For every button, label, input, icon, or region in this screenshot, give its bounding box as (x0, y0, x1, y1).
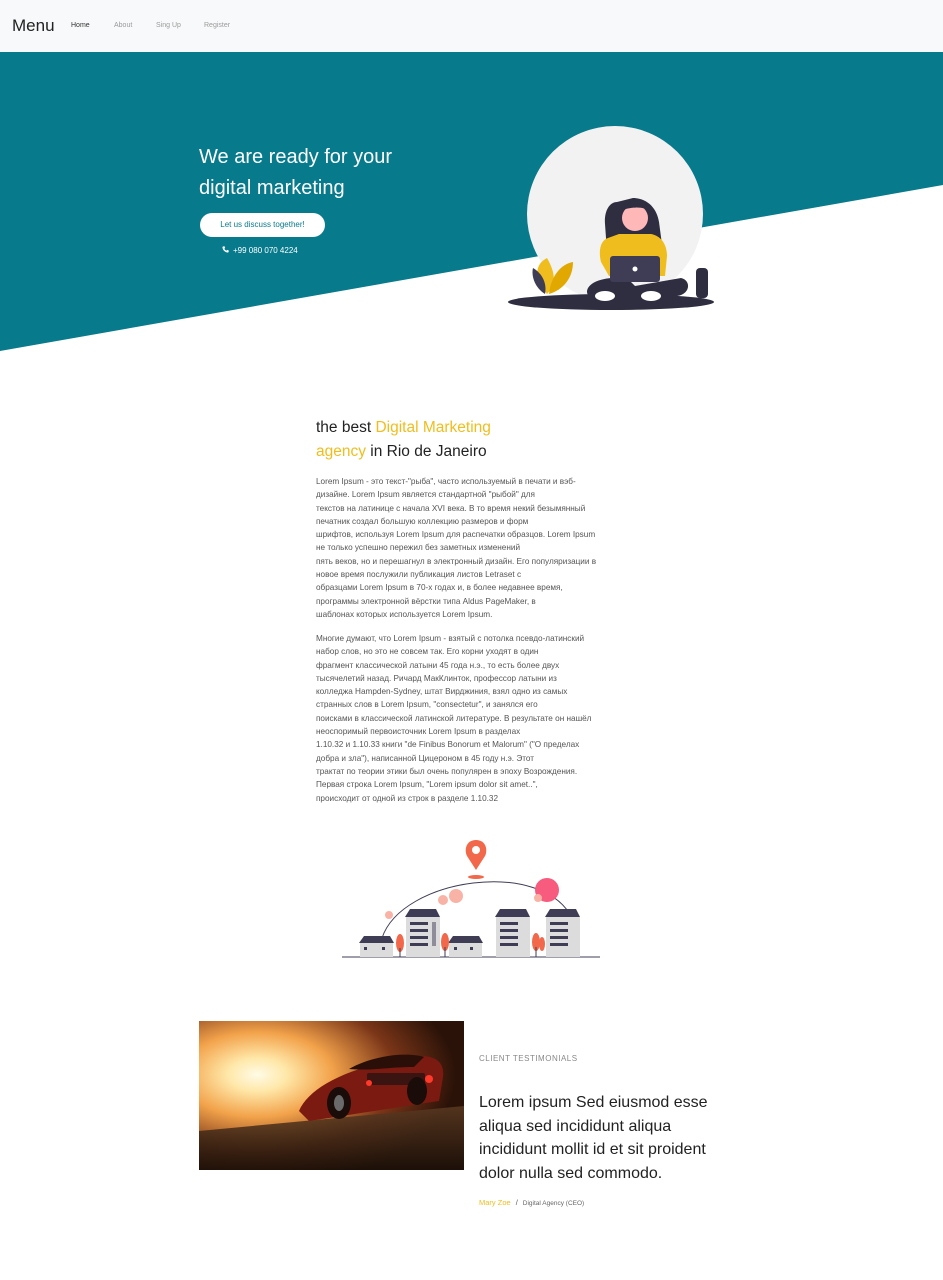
about-paragraph-2: Многие думают, что Lorem Ipsum - взятый … (316, 634, 592, 803)
nav-link-register[interactable]: Register (204, 22, 230, 29)
city-map-illustration (342, 840, 600, 958)
phone-number[interactable]: +99 080 070 4224 (233, 246, 298, 255)
testimonial-author: Mary Zoe / Digital Agency (CEO) (479, 1198, 584, 1207)
nav-link-sign-up[interactable]: Sing Up (156, 22, 181, 29)
hero-title: We are ready for your digital marketing (199, 146, 393, 199)
author-role: Digital Agency (CEO) (522, 1200, 585, 1207)
author-name: Mary Zoe (479, 1198, 511, 1207)
discuss-button[interactable]: Let us discuss together! (200, 213, 325, 237)
woman-laptop-illustration (508, 126, 714, 310)
menu-brand[interactable]: Menu (12, 16, 55, 36)
testimonials-label: CLIENT TESTIMONIALS (479, 1054, 578, 1063)
nav-link-home[interactable]: Home (71, 22, 90, 29)
hero-phone: +99 080 070 4224 (222, 246, 298, 255)
author-separator: / (515, 1198, 518, 1207)
phone-icon (222, 246, 229, 255)
sports-car-photo (199, 1021, 464, 1170)
testimonial-quote: Lorem ipsum Sed eiusmod esse aliqua sed … (479, 1094, 708, 1182)
about-paragraph-1: Lorem Ipsum - это текст-"рыба", часто ис… (316, 477, 597, 619)
navbar: Menu Home About Sing Up Register (0, 0, 943, 52)
about-heading: the best Digital Marketing agency in Rio… (316, 419, 491, 460)
nav-link-about[interactable]: About (114, 22, 132, 29)
